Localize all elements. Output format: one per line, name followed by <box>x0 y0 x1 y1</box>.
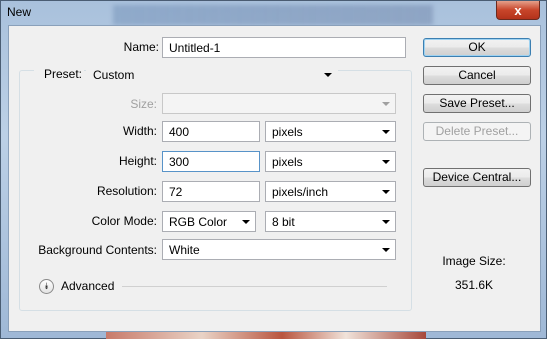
color-mode-select[interactable]: RGB Color <box>162 211 256 232</box>
preset-select[interactable]: Custom <box>86 64 338 85</box>
resolution-unit-select[interactable]: pixels/inch <box>265 181 396 202</box>
resolution-unit-value: pixels/inch <box>272 185 329 199</box>
height-input[interactable]: 300 <box>162 151 260 172</box>
dialog-body: Name: Untitled-1 Preset: Custom Size: Wi… <box>8 25 541 332</box>
chevron-down-icon <box>382 190 390 194</box>
chevron-double-down-icon[interactable]: ⯯ <box>39 279 54 294</box>
image-size-label: Image Size: <box>442 254 506 268</box>
cancel-button[interactable]: Cancel <box>423 66 531 85</box>
advanced-divider <box>122 286 387 287</box>
bit-depth-select[interactable]: 8 bit <box>265 211 396 232</box>
preset-value: Custom <box>93 68 135 82</box>
close-button[interactable]: x <box>496 1 540 20</box>
close-icon: x <box>514 2 522 18</box>
background-contents-value: White <box>169 243 200 257</box>
background-photo-top <box>113 5 433 25</box>
background-contents-label: Background Contents: <box>38 243 157 257</box>
chevron-down-icon <box>382 220 390 224</box>
height-unit-select[interactable]: pixels <box>265 151 396 172</box>
width-unit-select[interactable]: pixels <box>265 121 396 142</box>
color-mode-label: Color Mode: <box>91 214 157 228</box>
bit-depth-value: 8 bit <box>272 215 295 229</box>
name-input[interactable]: Untitled-1 <box>162 37 406 58</box>
advanced-label[interactable]: Advanced <box>61 279 114 293</box>
width-input[interactable]: 400 <box>162 121 260 142</box>
window-title: New <box>7 5 32 19</box>
resolution-input[interactable]: 72 <box>162 181 260 202</box>
chevron-down-icon <box>242 220 250 224</box>
chevron-down-icon <box>382 102 390 106</box>
chevron-down-icon <box>382 130 390 134</box>
chevron-down-icon <box>382 248 390 252</box>
name-label: Name: <box>123 40 159 54</box>
height-unit-value: pixels <box>272 155 303 169</box>
delete-preset-button: Delete Preset... <box>423 122 531 141</box>
save-preset-button[interactable]: Save Preset... <box>423 94 531 113</box>
height-label: Height: <box>118 154 157 168</box>
background-contents-select[interactable]: White <box>162 239 396 260</box>
size-label: Size: <box>130 97 157 111</box>
resolution-label: Resolution: <box>96 184 157 198</box>
image-size-value: 351.6K <box>454 278 494 292</box>
dialog-window: New x Name: Untitled-1 Preset: Custom Si… <box>0 0 547 339</box>
ok-button[interactable]: OK <box>423 38 531 57</box>
width-unit-value: pixels <box>272 125 303 139</box>
chevron-down-icon <box>324 73 332 77</box>
width-label: Width: <box>122 124 157 138</box>
chevron-down-icon <box>382 160 390 164</box>
color-mode-value: RGB Color <box>169 215 228 229</box>
preset-label: Preset: <box>34 67 84 81</box>
device-central-button[interactable]: Device Central... <box>423 168 531 187</box>
size-select <box>162 93 396 114</box>
